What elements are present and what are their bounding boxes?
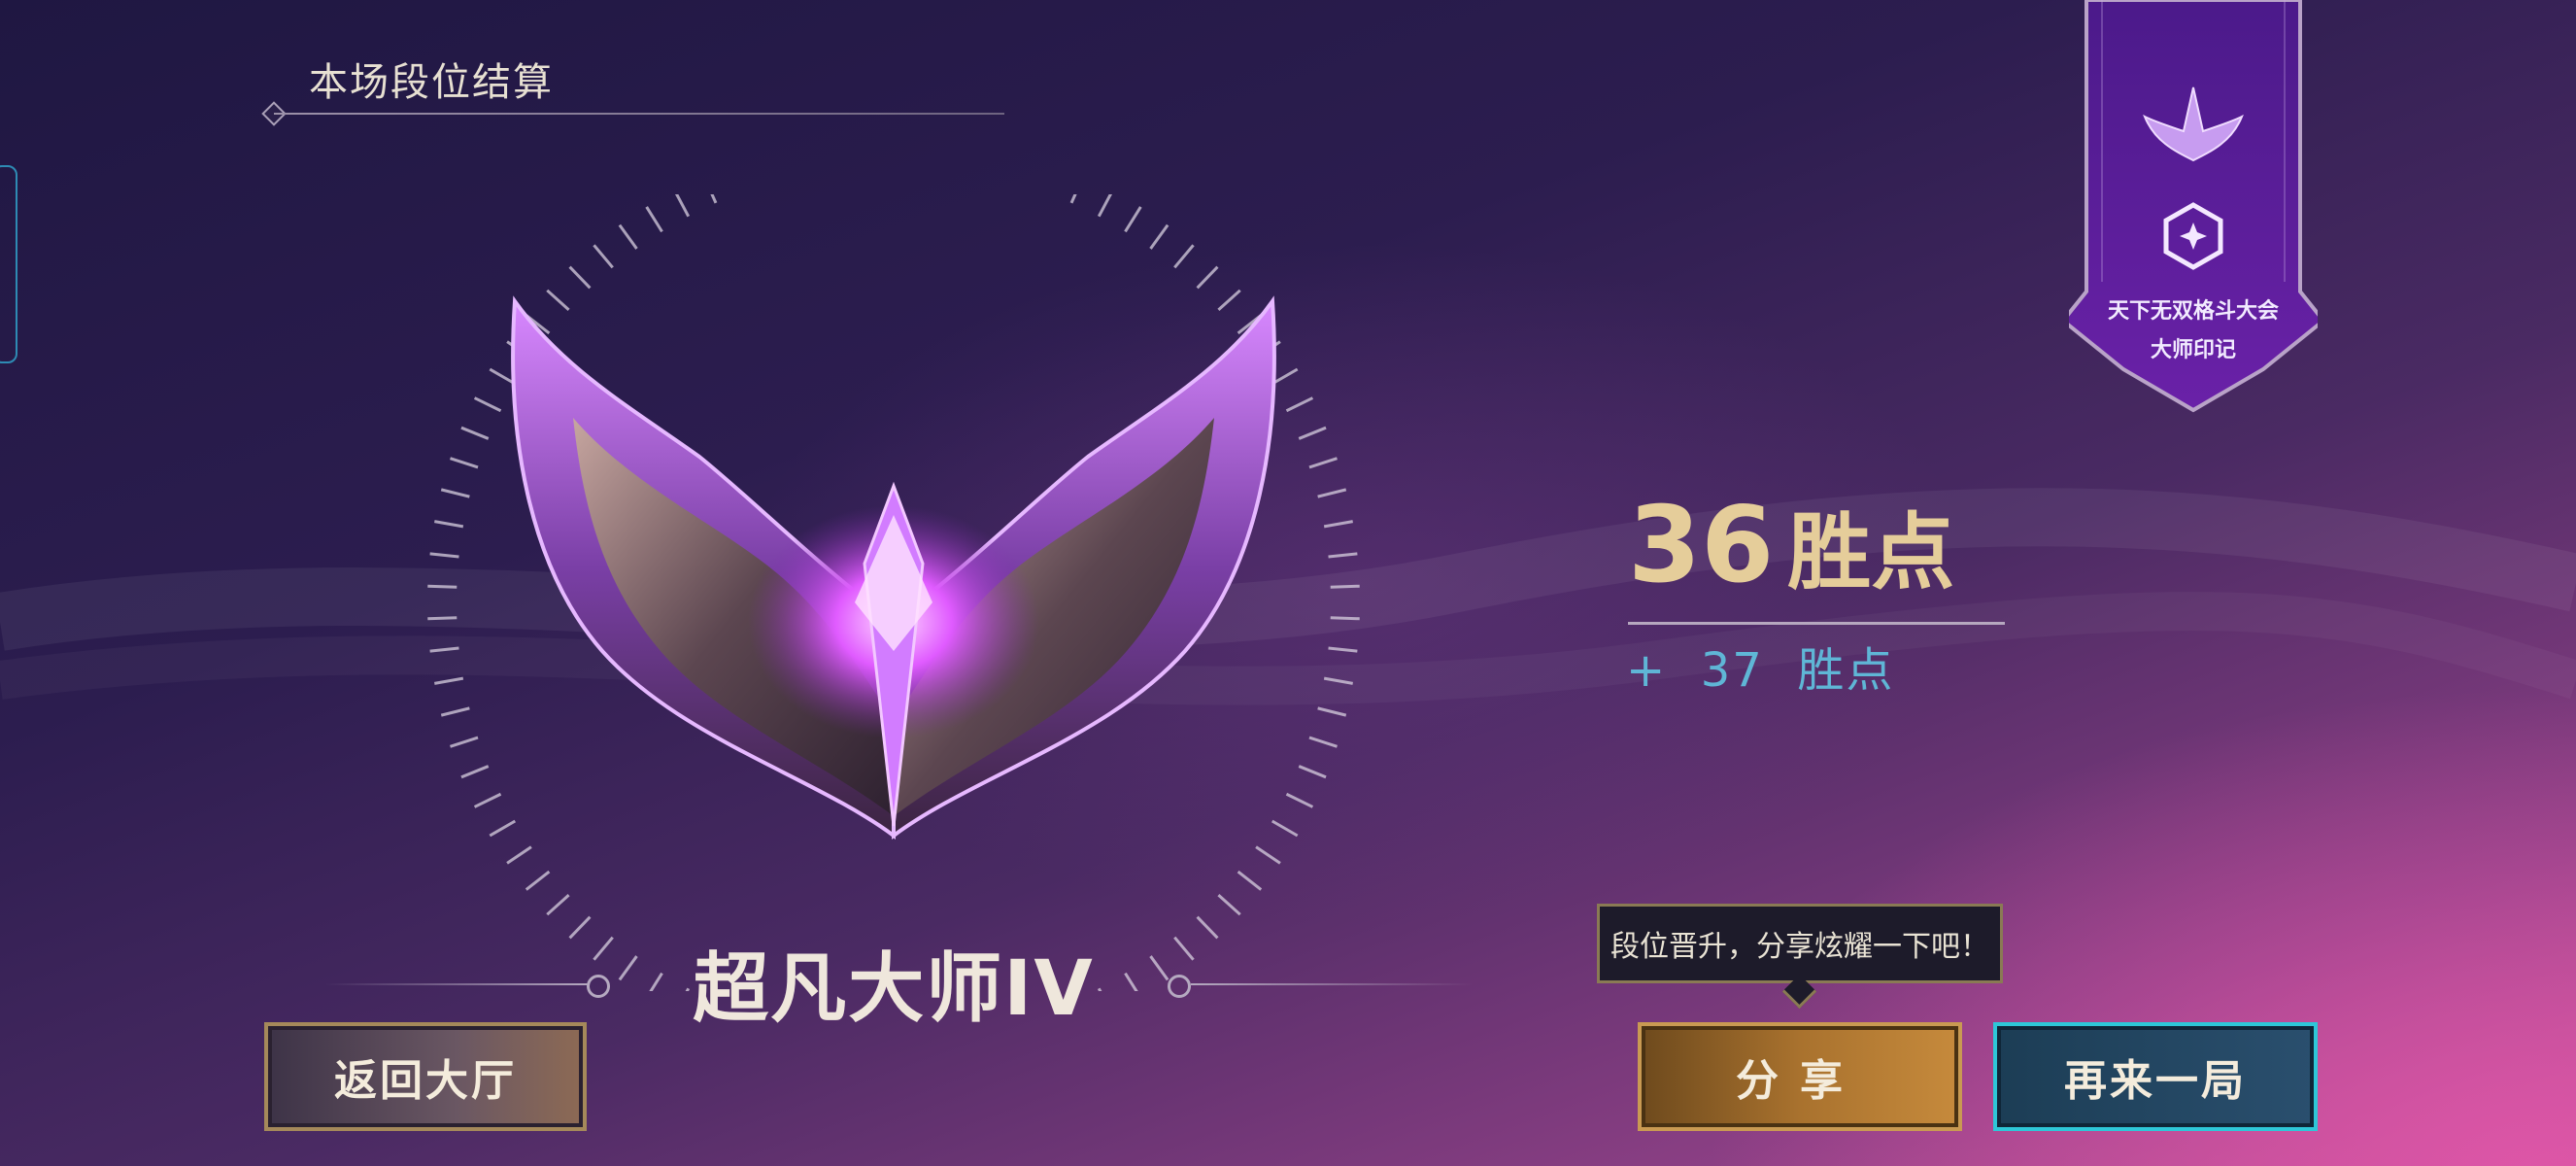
header-divider (274, 113, 1004, 115)
ring-tick (1097, 194, 1113, 218)
points-gain: + 37 胜点 (1626, 643, 1895, 698)
ring-tick (1328, 552, 1358, 559)
ring-tick (450, 736, 479, 748)
ring-tick (506, 845, 532, 865)
ring-tick (710, 194, 718, 204)
ring-tick (1330, 616, 1360, 621)
points-divider (1628, 622, 2005, 625)
share-tooltip: 段位晋升，分享炫耀一下吧！ (1597, 904, 2003, 983)
ring-tick (473, 792, 502, 808)
rank-divider-right (1191, 983, 1473, 985)
master-emblem-icon (427, 194, 1360, 991)
ring-tick (1255, 845, 1281, 865)
ring-tick (645, 206, 663, 233)
ring-tick (1285, 396, 1314, 413)
ring-tick (1217, 289, 1241, 312)
ring-tick (1298, 426, 1327, 440)
ring-tick (1237, 870, 1263, 891)
ring-tick (1196, 915, 1219, 940)
ring-tick (1149, 223, 1169, 250)
points-value: 36 (1628, 485, 1775, 606)
banner-title: 天下无双格斗大会 (2107, 299, 2279, 324)
ring-tick (1308, 457, 1338, 469)
ring-tick (1323, 676, 1353, 685)
ring-tick (546, 893, 570, 916)
share-button[interactable]: 分享 (1638, 1022, 1962, 1131)
rank-ornament-right (1168, 975, 1191, 998)
ring-tick (427, 616, 458, 621)
back-to-lobby-button[interactable]: 返回大厅 (264, 1022, 587, 1131)
ring-tick (618, 223, 638, 250)
ring-tick (473, 396, 502, 413)
ring-tick (1196, 265, 1219, 290)
ring-tick (568, 265, 592, 290)
ring-tick (450, 457, 479, 469)
ring-tick (460, 426, 490, 440)
ring-tick (434, 676, 464, 685)
ring-tick (593, 936, 614, 961)
ring-tick (429, 552, 459, 559)
ring-tick (460, 765, 490, 779)
ring-tick (427, 584, 458, 589)
ring-tick (1323, 520, 1353, 529)
play-again-button[interactable]: 再来一局 (1993, 1022, 2318, 1131)
ring-tick (1330, 584, 1360, 589)
ring-tick (1298, 765, 1327, 779)
ring-tick (525, 870, 551, 891)
banner-subtitle: 大师印记 (2150, 338, 2236, 362)
rank-divider-left (325, 983, 588, 985)
ring-tick (429, 646, 459, 653)
rank-ornament-left (587, 975, 610, 998)
page-title: 本场段位结算 (309, 60, 554, 105)
ring-tick (489, 819, 517, 838)
left-edge-tab[interactable] (0, 165, 17, 363)
ring-tick (568, 915, 592, 940)
ring-tick (1124, 206, 1142, 233)
ring-tick (1173, 244, 1195, 269)
ring-tick (1317, 706, 1347, 717)
rank-name: 超凡大师IV (693, 945, 1095, 1033)
ring-tick (674, 194, 691, 218)
ring-tick (440, 706, 470, 717)
ring-tick (1069, 194, 1077, 204)
ring-tick (1271, 819, 1299, 838)
ring-tick (440, 488, 470, 498)
ring-tick (1308, 736, 1338, 748)
ring-tick (546, 289, 570, 312)
league-points: 36 胜点 (1628, 484, 1954, 606)
ring-tick (1328, 646, 1358, 653)
ring-tick (1317, 488, 1347, 498)
points-unit: 胜点 (1787, 504, 1955, 601)
ring-tick (593, 244, 614, 269)
ring-tick (434, 520, 464, 529)
ring-tick (1217, 893, 1241, 916)
ring-tick (1285, 792, 1314, 808)
ring-tick (1173, 936, 1195, 961)
